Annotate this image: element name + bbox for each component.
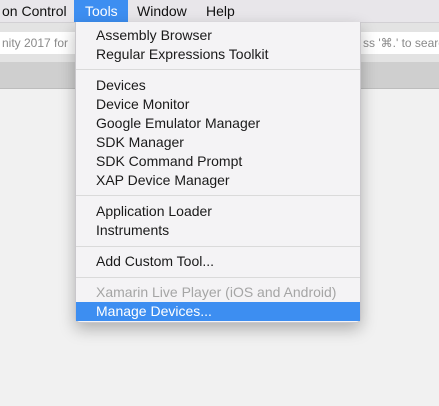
menu-item-xamarin-live-player: Xamarin Live Player (iOS and Android) xyxy=(96,284,337,300)
search-input[interactable]: ss '⌘.' to searc xyxy=(359,32,439,54)
menu-item-application-loader[interactable]: Application Loader xyxy=(76,202,360,221)
menu-help[interactable]: Help xyxy=(206,0,240,22)
menu-item-add-custom-tool[interactable]: Add Custom Tool... xyxy=(76,252,360,271)
menu-item-devices[interactable]: Devices xyxy=(76,76,360,95)
menu-item-instruments[interactable]: Instruments xyxy=(76,221,360,240)
menu-separator xyxy=(76,195,360,196)
menu-item-device-monitor[interactable]: Device Monitor xyxy=(76,95,360,114)
menu-item-regular-expressions-toolkit[interactable]: Regular Expressions Toolkit xyxy=(76,45,360,64)
ide-window: on Control Tools Window Help nity 2017 f… xyxy=(0,0,439,406)
menu-bar: on Control Tools Window Help xyxy=(0,0,439,23)
menu-separator xyxy=(76,69,360,70)
menu-window[interactable]: Window xyxy=(137,0,189,22)
menu-item-manage-devices[interactable]: Manage Devices... xyxy=(76,302,360,321)
menu-item-sdk-manager[interactable]: SDK Manager xyxy=(76,133,360,152)
menu-item-google-emulator-manager[interactable]: Google Emulator Manager xyxy=(76,114,360,133)
menu-separator xyxy=(76,246,360,247)
menu-separator xyxy=(76,277,360,278)
tools-menu-dropdown: Assembly Browser Regular Expressions Too… xyxy=(75,22,361,323)
menu-tools[interactable]: Tools xyxy=(74,0,128,22)
menu-item-sdk-command-prompt[interactable]: SDK Command Prompt xyxy=(76,152,360,171)
menu-item-assembly-browser[interactable]: Assembly Browser xyxy=(76,26,360,45)
menu-version-control[interactable]: on Control xyxy=(0,0,72,22)
menu-item-xap-device-manager[interactable]: XAP Device Manager xyxy=(76,171,360,190)
solution-status-text: nity 2017 for xyxy=(0,32,76,54)
